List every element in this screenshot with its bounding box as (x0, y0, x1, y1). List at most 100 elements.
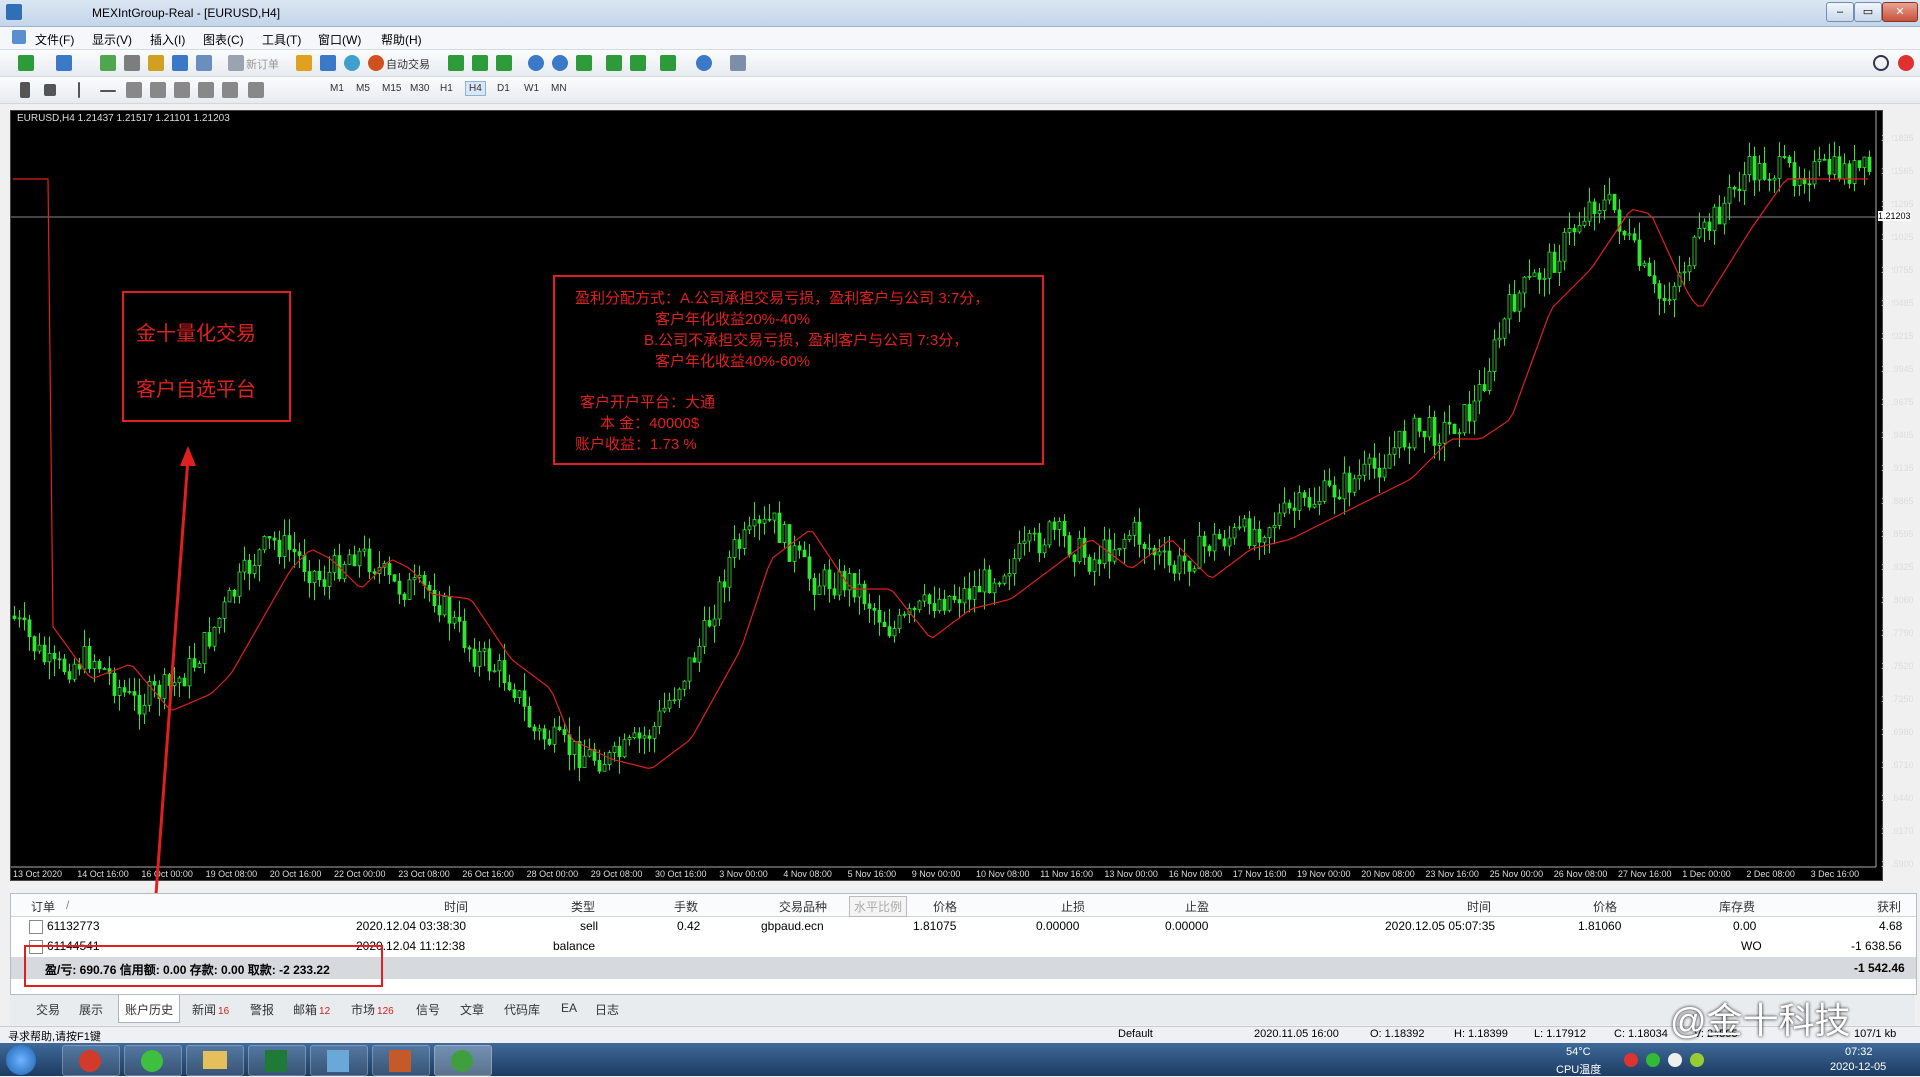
text-icon[interactable] (198, 82, 214, 98)
volume-icon[interactable] (1668, 1053, 1682, 1067)
col-time[interactable]: 时间 (444, 898, 468, 915)
timeframe-h4[interactable]: H4 (465, 81, 486, 96)
menu-view[interactable]: 显示(V) (92, 31, 132, 48)
profiles-icon[interactable] (56, 55, 72, 71)
indicators-icon[interactable] (660, 55, 676, 71)
metaeditor-icon[interactable] (296, 55, 312, 71)
cursor-icon[interactable] (20, 82, 30, 98)
candle-body (1597, 210, 1602, 215)
search-icon[interactable] (1873, 55, 1889, 71)
candle-body (1602, 199, 1607, 212)
col-symbol[interactable]: 交易品种 (779, 898, 827, 915)
zoom-out-icon[interactable] (552, 55, 568, 71)
horizontal-line-icon[interactable] (100, 90, 116, 92)
col-price[interactable]: 价格 (933, 898, 957, 915)
periods-icon[interactable] (696, 55, 712, 71)
community-icon[interactable] (320, 55, 336, 71)
signals-icon[interactable] (344, 55, 360, 71)
menu-insert[interactable]: 插入(I) (150, 31, 185, 48)
network-icon[interactable] (1690, 1053, 1704, 1067)
taskbar-excel[interactable] (248, 1045, 306, 1076)
timeframe-m30[interactable]: M30 (410, 83, 429, 94)
line-chart-icon[interactable] (496, 55, 512, 71)
menu-window[interactable]: 窗口(W) (318, 31, 361, 48)
chart-shift-icon[interactable] (606, 55, 622, 71)
tray-icon-1[interactable] (1624, 1053, 1638, 1067)
templates-icon[interactable] (730, 55, 746, 71)
market-watch-icon[interactable] (100, 55, 116, 71)
auto-trade-icon[interactable] (368, 55, 384, 71)
tester-icon[interactable] (196, 55, 212, 71)
close-button[interactable]: ✕ (1882, 2, 1918, 22)
arrows-icon[interactable] (248, 82, 264, 98)
new-order-button[interactable]: 新订单 (246, 56, 279, 72)
minimize-button[interactable]: – (1826, 2, 1854, 22)
crosshair-icon[interactable] (44, 84, 56, 96)
menu-file[interactable]: 文件(F) (35, 31, 74, 48)
col-swap[interactable]: 库存费 (1719, 898, 1755, 915)
timeframe-h1[interactable]: H1 (440, 83, 453, 94)
timeframe-w1[interactable]: W1 (524, 83, 539, 94)
timeframe-d1[interactable]: D1 (497, 83, 510, 94)
menu-tools[interactable]: 工具(T) (262, 31, 301, 48)
chart-scrollbar[interactable] (1884, 110, 1892, 879)
price-chart[interactable]: EURUSD,H4 1.21437 1.21517 1.21101 1.2120… (10, 110, 1914, 881)
navigator-icon[interactable] (124, 55, 140, 71)
table-row[interactable]: 61132773 2020.12.04 03:38:30 sell 0.42 g… (11, 917, 1916, 936)
tab-exposure[interactable]: 展示 (79, 1001, 103, 1018)
chart-header: EURUSD,H4 1.21437 1.21517 1.21101 1.2120… (17, 113, 230, 124)
tab-code-base[interactable]: 代码库 (504, 1001, 540, 1018)
tab-journal[interactable]: 日志 (595, 1001, 619, 1018)
tab-alerts[interactable]: 警报 (250, 1001, 274, 1018)
timeframe-m1[interactable]: M1 (330, 83, 344, 94)
taskbar-wechat[interactable] (124, 1045, 182, 1076)
taskbar-app-6[interactable] (372, 1045, 430, 1076)
terminal-icon[interactable] (172, 55, 188, 71)
col-sl[interactable]: 止损 (1061, 898, 1085, 915)
tab-experts[interactable]: EA (561, 1001, 577, 1015)
data-window-icon[interactable] (148, 55, 164, 71)
timeframe-m15[interactable]: M15 (382, 83, 401, 94)
taskbar-app-1[interactable] (62, 1045, 120, 1076)
notifications-icon[interactable] (1898, 55, 1914, 71)
candle-body (467, 647, 472, 650)
maximize-button[interactable]: ▭ (1854, 2, 1882, 22)
col-lots[interactable]: 手数 (674, 898, 698, 915)
tab-market[interactable]: 市场 126 (351, 1001, 394, 1018)
start-button-icon[interactable] (6, 1045, 36, 1075)
tray-icon-2[interactable] (1646, 1053, 1660, 1067)
tab-trade[interactable]: 交易 (36, 1001, 60, 1018)
channel-icon[interactable] (150, 82, 166, 98)
col-tp[interactable]: 止盈 (1185, 898, 1209, 915)
col-profit[interactable]: 获利 (1877, 898, 1901, 915)
tab-account-history[interactable]: 账户历史 (118, 995, 181, 1023)
tab-news[interactable]: 新闻 16 (192, 1001, 229, 1018)
fibonacci-icon[interactable] (174, 82, 190, 98)
taskbar-app-5[interactable] (310, 1045, 368, 1076)
menu-help[interactable]: 帮助(H) (381, 31, 422, 48)
tab-articles[interactable]: 文章 (460, 1001, 484, 1018)
bar-chart-icon[interactable] (448, 55, 464, 71)
autoscroll-icon[interactable] (630, 55, 646, 71)
taskbar-explorer[interactable] (186, 1045, 244, 1076)
timeframe-mn[interactable]: MN (551, 83, 567, 94)
tab-mailbox[interactable]: 邮箱 12 (293, 1001, 330, 1018)
new-order-icon[interactable] (228, 55, 244, 71)
timeframe-m5[interactable]: M5 (356, 83, 370, 94)
vertical-line-icon[interactable] (78, 82, 80, 98)
col-close-time[interactable]: 时间 (1467, 898, 1491, 915)
taskbar-mt4[interactable] (434, 1045, 492, 1076)
tab-signals[interactable]: 信号 (416, 1001, 440, 1018)
new-chart-icon[interactable] (18, 55, 34, 71)
col-type[interactable]: 类型 (571, 898, 595, 915)
text-label-icon[interactable] (222, 82, 238, 98)
col-order[interactable]: 订单 (31, 898, 55, 915)
col-close-price[interactable]: 价格 (1593, 898, 1617, 915)
auto-trade-button[interactable]: 自动交易 (386, 56, 430, 72)
tile-windows-icon[interactable] (576, 55, 592, 71)
col-sort[interactable]: / (66, 898, 69, 912)
menu-charts[interactable]: 图表(C) (203, 31, 244, 48)
trendline-icon[interactable] (126, 82, 142, 98)
candlestick-icon[interactable] (472, 55, 488, 71)
zoom-in-icon[interactable] (528, 55, 544, 71)
